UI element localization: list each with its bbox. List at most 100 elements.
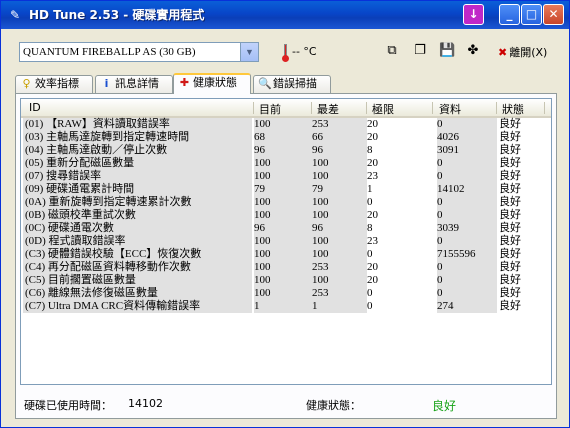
column-data[interactable]: 資料	[439, 101, 461, 117]
attribute-id: (C7) Ultra DMA CRC資料傳輸錯誤率	[23, 300, 252, 313]
raw-data: 0	[437, 118, 497, 131]
table-row[interactable]: (0D) 程式讀取錯誤率 100 100 23 0 良好	[21, 235, 551, 248]
table-row[interactable]: (C3) 硬體錯誤校驗【ECC】恢復次數 100 100 0 7155596 良好	[21, 248, 551, 261]
table-row[interactable]: (0C) 硬碟通電次數 96 96 8 3039 良好	[21, 222, 551, 235]
worst-value: 100	[312, 157, 367, 170]
column-current[interactable]: 目前	[259, 101, 281, 117]
save-icon[interactable]: 💾	[439, 43, 455, 59]
threshold-value: 20	[367, 209, 378, 221]
current-value: 100	[254, 170, 312, 183]
attribute-id: (0A) 重新旋轉到指定轉速累計次數	[23, 196, 252, 209]
table-row[interactable]: (01) 【RAW】資料讀取錯誤率 100 253 20 0 良好	[21, 118, 551, 131]
table-row[interactable]: (03) 主軸馬達旋轉到指定轉速時間 68 66 20 4026 良好	[21, 131, 551, 144]
table-row[interactable]: (C5) 目前擱置磁區數量 100 100 20 0 良好	[21, 274, 551, 287]
health-status-value: 良好	[432, 399, 457, 413]
chevron-down-icon[interactable]: ▼	[240, 43, 258, 61]
table-row[interactable]: (05) 重新分配磁區數量 100 100 20 0 良好	[21, 157, 551, 170]
tab-info[interactable]: i 訊息詳情	[95, 75, 173, 93]
attribute-id: (C3) 硬體錯誤校驗【ECC】恢復次數	[23, 248, 252, 261]
attribute-id: (05) 重新分配磁區數量	[23, 157, 252, 170]
drive-select-value: QUANTUM FIREBALLP AS (30 GB)	[23, 46, 196, 58]
copy-all-icon[interactable]: ❐	[412, 43, 428, 59]
maximize-button[interactable]: □	[521, 4, 542, 25]
toolbar: QUANTUM FIREBALLP AS (30 GB) ▼ -- °C ⧉ ❐…	[1, 30, 569, 70]
tab-benchmark[interactable]: ♀ 效率指標	[15, 75, 93, 93]
current-value: 1	[254, 300, 312, 313]
table-row[interactable]: (C6) 離線無法修復磁區數量 100 253 0 0 良好	[21, 287, 551, 300]
threshold-value: 8	[367, 144, 373, 156]
current-value: 100	[254, 209, 312, 222]
minimize-button[interactable]: _	[499, 4, 520, 25]
raw-data: 4026	[437, 131, 497, 144]
smart-table[interactable]: ID 目前 最差 極限 資料 狀態 (01) 【RAW】資料讀取錯誤率 100 25…	[20, 98, 552, 385]
temperature-readout: -- °C	[292, 45, 317, 58]
worst-value: 100	[312, 274, 367, 287]
table-row[interactable]: (C4) 再分配磁區資料轉移動作次數 100 253 20 0 良好	[21, 261, 551, 274]
title-bar[interactable]: ✎ HD Tune 2.53 - 硬碟實用程式 ↓ _ □ ✕	[1, 1, 569, 29]
raw-data: 0	[437, 287, 497, 300]
table-row[interactable]: (04) 主軸馬達啟動／停止次數 96 96 8 3091 良好	[21, 144, 551, 157]
attribute-status: 良好	[499, 196, 521, 208]
attribute-id: (C6) 離線無法修復磁區數量	[23, 287, 252, 300]
current-value: 100	[254, 274, 312, 287]
current-value: 96	[254, 222, 312, 235]
table-row[interactable]: (0A) 重新旋轉到指定轉速累計次數 100 100 0 0 良好	[21, 196, 551, 209]
current-value: 68	[254, 131, 312, 144]
worst-value: 100	[312, 235, 367, 248]
attribute-status: 良好	[499, 157, 521, 169]
power-on-value: 14102	[128, 397, 163, 410]
current-value: 100	[254, 261, 312, 274]
options-icon[interactable]: ✤	[465, 43, 481, 59]
close-button[interactable]: ✕	[543, 4, 564, 25]
table-row[interactable]: (0B) 磁頭校準重試次數 100 100 20 0 良好	[21, 209, 551, 222]
threshold-value: 20	[367, 157, 378, 169]
column-status[interactable]: 狀態	[502, 101, 524, 117]
worst-value: 96	[312, 144, 367, 157]
health-status-label: 健康狀態：	[306, 399, 361, 412]
attribute-id: (0B) 磁頭校準重試次數	[23, 209, 252, 222]
worst-value: 100	[312, 209, 367, 222]
table-row[interactable]: (C7) Ultra DMA CRC資料傳輸錯誤率 1 1 0 274 良好	[21, 300, 551, 313]
threshold-value: 0	[367, 300, 373, 312]
current-value: 79	[254, 183, 312, 196]
attribute-status: 良好	[499, 261, 521, 273]
threshold-value: 20	[367, 131, 378, 143]
tab-health[interactable]: ✚ 健康狀態	[173, 73, 251, 94]
download-icon[interactable]: ↓	[463, 4, 484, 25]
current-value: 100	[254, 248, 312, 261]
threshold-value: 20	[367, 261, 378, 273]
raw-data: 0	[437, 261, 497, 274]
worst-value: 253	[312, 118, 367, 131]
table-row[interactable]: (07) 搜尋錯誤率 100 100 23 0 良好	[21, 170, 551, 183]
table-header: ID 目前 最差 極限 資料 狀態	[21, 99, 551, 118]
health-panel: ID 目前 最差 極限 資料 狀態 (01) 【RAW】資料讀取錯誤率 100 25…	[15, 93, 557, 419]
raw-data: 0	[437, 170, 497, 183]
raw-data: 14102	[437, 183, 497, 196]
raw-data: 7155596	[437, 248, 497, 261]
raw-data: 274	[437, 300, 497, 313]
worst-value: 253	[312, 287, 367, 300]
attribute-id: (0D) 程式讀取錯誤率	[23, 235, 252, 248]
worst-value: 79	[312, 183, 367, 196]
table-row[interactable]: (09) 硬碟通電累計時間 79 79 1 14102 良好	[21, 183, 551, 196]
raw-data: 0	[437, 235, 497, 248]
tab-error-scan[interactable]: 🔍錯誤掃描	[253, 75, 331, 93]
column-id[interactable]: ID	[29, 101, 41, 114]
attribute-status: 良好	[499, 248, 521, 260]
threshold-value: 23	[367, 170, 378, 182]
copy-icon[interactable]: ⧉	[384, 43, 400, 59]
attribute-id: (07) 搜尋錯誤率	[23, 170, 252, 183]
worst-value: 100	[312, 170, 367, 183]
current-value: 96	[254, 144, 312, 157]
current-value: 100	[254, 235, 312, 248]
benchmark-icon: ♀	[22, 77, 31, 90]
threshold-value: 8	[367, 222, 373, 234]
threshold-value: 23	[367, 235, 378, 247]
column-worst[interactable]: 最差	[317, 101, 339, 117]
drive-select[interactable]: QUANTUM FIREBALLP AS (30 GB) ▼	[19, 42, 259, 62]
column-threshold[interactable]: 極限	[372, 101, 394, 117]
exit-button[interactable]: ✖ 離開(X)	[498, 44, 547, 60]
app-window: ✎ HD Tune 2.53 - 硬碟實用程式 ↓ _ □ ✕ QUANTUM …	[0, 0, 570, 428]
attribute-id: (C4) 再分配磁區資料轉移動作次數	[23, 261, 252, 274]
attribute-id: (0C) 硬碟通電次數	[23, 222, 252, 235]
